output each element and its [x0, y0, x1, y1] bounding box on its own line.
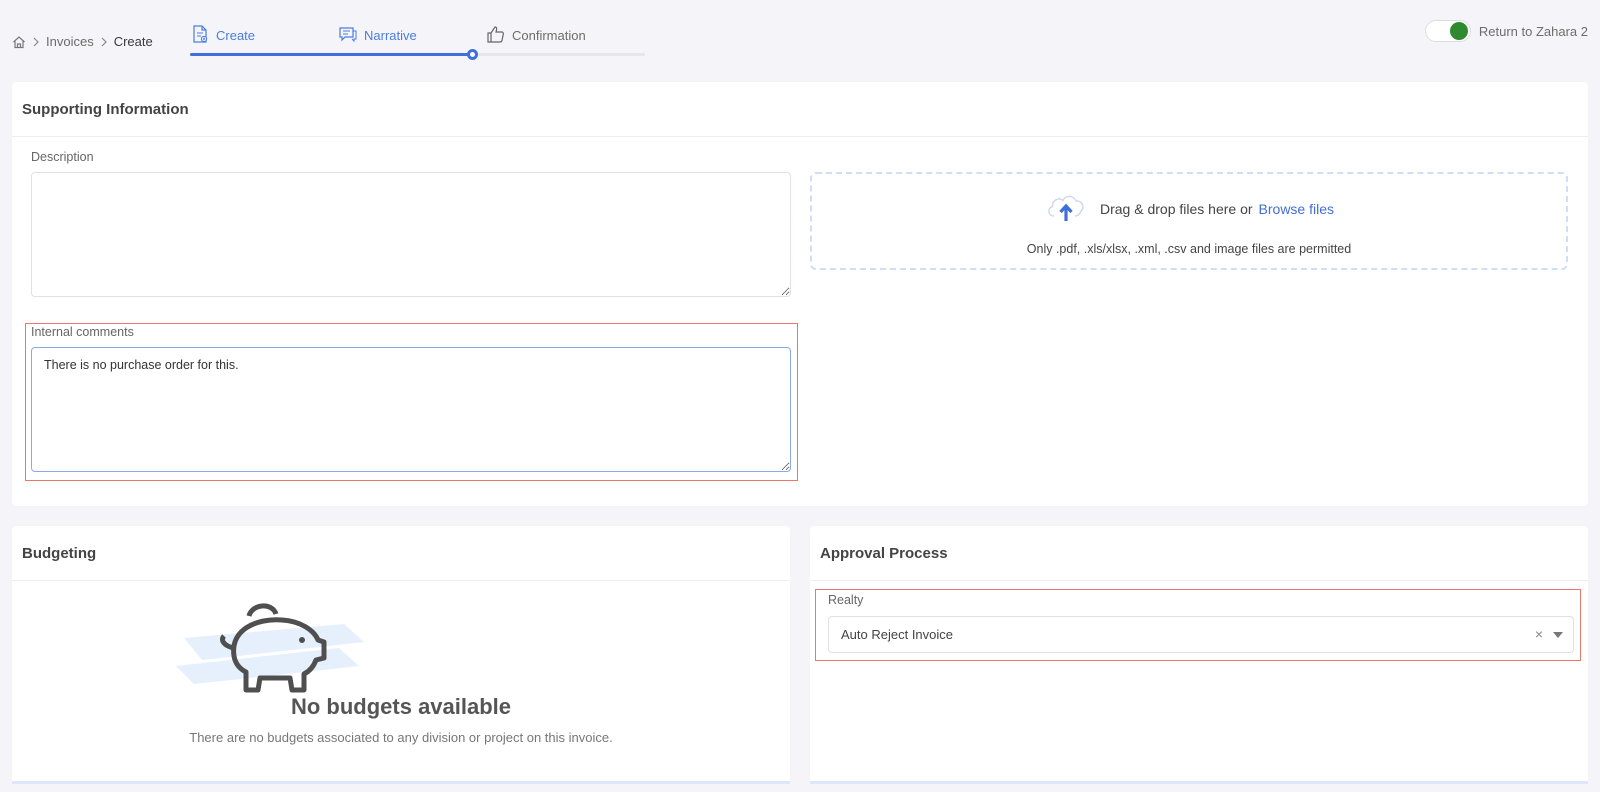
file-dropzone[interactable]: Drag & drop files here or Browse files On…: [810, 172, 1568, 270]
dropzone-row: Drag & drop files here or Browse files: [812, 190, 1566, 227]
card-bottom-border: [12, 781, 790, 784]
breadcrumb-invoices[interactable]: Invoices: [46, 34, 94, 49]
internal-comments-field-wrap: There is no purchase order for this.: [31, 347, 791, 472]
card-title: Budgeting: [12, 526, 790, 581]
realty-selected-value: Auto Reject Invoice: [841, 627, 954, 642]
return-toggle-label: Return to Zahara 2: [1478, 23, 1588, 39]
step-confirmation-label: Confirmation: [512, 28, 586, 43]
description-label: Description: [31, 150, 94, 164]
piggy-bank-icon: [164, 596, 384, 701]
breadcrumb-create: Create: [113, 34, 153, 49]
chevron-right-icon: [32, 37, 40, 47]
no-budgets-title: No budgets available: [290, 694, 512, 719]
wizard-progress-bar: [190, 49, 645, 60]
card-title: Supporting Information: [12, 82, 1588, 137]
card-title: Approval Process: [810, 526, 1588, 581]
chevron-down-icon[interactable]: [1553, 632, 1563, 638]
card-bottom-border: [810, 781, 1588, 784]
return-toggle-group: Return to Zahara 2: [1424, 20, 1588, 42]
top-bar: Invoices Create Create Narrative Confirm…: [0, 0, 1600, 80]
internal-comments-textarea[interactable]: There is no purchase order for this.: [31, 347, 791, 472]
step-confirmation[interactable]: Confirmation: [486, 24, 586, 47]
chat-bubble-icon: [338, 24, 358, 47]
description-textarea[interactable]: [31, 172, 791, 297]
realty-label: Realty: [828, 593, 864, 607]
step-narrative[interactable]: Narrative: [338, 24, 417, 47]
description-field-wrap: [31, 172, 791, 297]
budgeting-card: Budgeting No budgets available There are…: [12, 526, 790, 784]
progress-fill: [190, 53, 472, 56]
no-budgets-text: There are no budgets associated to any d…: [189, 730, 613, 745]
step-create[interactable]: Create: [190, 24, 255, 47]
dropzone-text: Drag & drop files here or Browse files: [1100, 200, 1334, 217]
wizard-steps: Create Narrative Confirmation: [190, 22, 645, 62]
supporting-information-card: Supporting Information Description Inter…: [12, 82, 1588, 506]
dropzone-note: Only .pdf, .xls/xlsx, .xml, .csv and ima…: [1026, 242, 1352, 256]
return-toggle[interactable]: [1424, 20, 1471, 42]
internal-comments-label: Internal comments: [31, 325, 134, 339]
step-narrative-label: Narrative: [364, 28, 417, 43]
approval-process-card: Approval Process Realty Auto Reject Invo…: [810, 526, 1588, 784]
cloud-upload-icon: [1044, 190, 1088, 227]
chevron-right-icon: [100, 37, 108, 47]
clear-icon[interactable]: ×: [1535, 626, 1543, 642]
breadcrumb: Invoices Create: [12, 34, 153, 49]
realty-select[interactable]: Auto Reject Invoice ×: [828, 616, 1574, 653]
thumbs-up-icon: [486, 24, 506, 47]
document-icon: [190, 24, 210, 47]
step-create-label: Create: [216, 28, 256, 43]
progress-knob: [467, 49, 478, 60]
home-icon[interactable]: [12, 35, 26, 49]
browse-files-link[interactable]: Browse files: [1259, 201, 1334, 217]
